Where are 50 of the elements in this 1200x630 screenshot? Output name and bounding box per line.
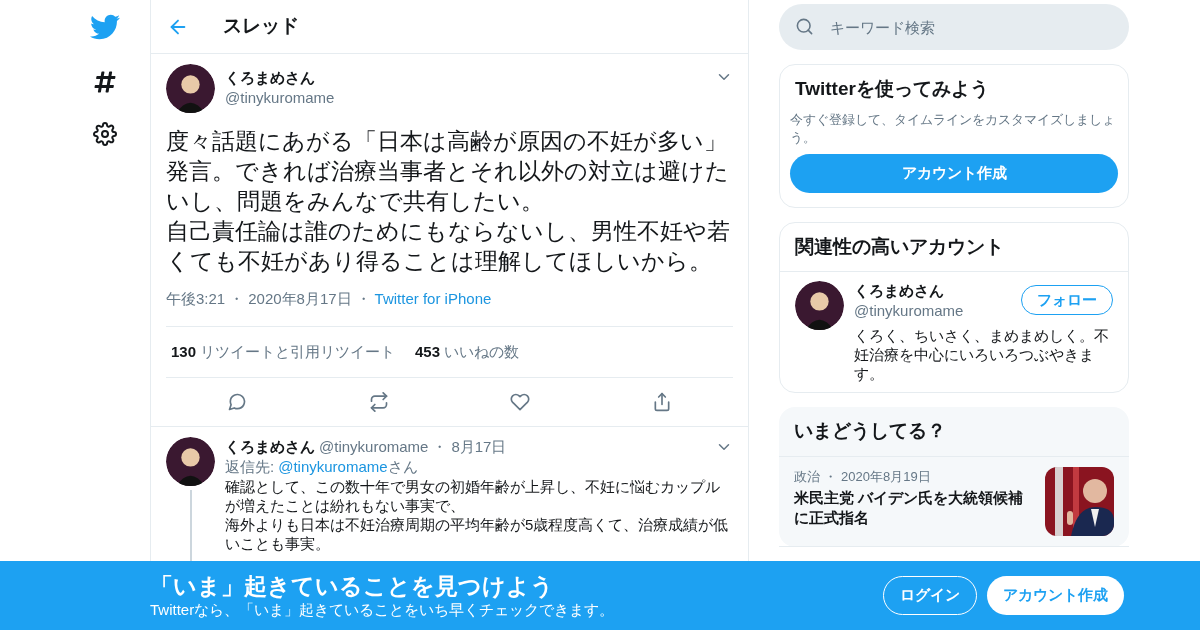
like-label[interactable]: いいねの数 xyxy=(444,340,520,363)
tweet-text: 自己責任論は誰のためにもならないし、男性不妊や若くても不妊があり得ることは理解してほしいから。 xyxy=(166,217,731,276)
like-icon[interactable] xyxy=(510,392,531,412)
user-name[interactable]: くろまめさん xyxy=(225,68,705,88)
trend-category: 政治 xyxy=(794,467,820,486)
banner-title: 「いま」起きていることを見つけよう xyxy=(150,571,555,600)
user-name[interactable]: くろまめさん xyxy=(854,281,1021,301)
separator-dot: ・ xyxy=(824,467,837,486)
page-title: スレッド xyxy=(223,14,299,39)
user-handle: @tinykuromame xyxy=(225,88,336,108)
user-bio: くろく、ちいさく、まめまめしく。不妊治療を中心にいろいろつぶやきます。 xyxy=(854,326,1110,383)
card-title: いまどうしてる？ xyxy=(779,407,1129,457)
separator-dot: ・ xyxy=(229,289,245,309)
user-handle: @tinykuromame xyxy=(319,437,429,457)
separator-dot: ・ xyxy=(355,289,371,309)
card-title: 関連性の高いアカウント xyxy=(780,222,1128,272)
tweet-text: 度々話題にあがる「日本は高齢が原因の不妊が多い」発言。できれば治療当事者とそれ以外の対立は避けたいし、問題をみんなで共有したい。 xyxy=(166,127,730,216)
avatar xyxy=(166,437,215,486)
search-icon xyxy=(795,17,814,36)
trend-headline[interactable]: 米民主党 バイデン氏を大統領候補に正式指名 xyxy=(794,488,1037,528)
banner-subtitle: Twitterなら、「いま」起きていることをいち早くチェックできます。 xyxy=(150,599,616,620)
hashtag-icon[interactable] xyxy=(93,70,117,94)
separator-dot: ・ xyxy=(432,438,448,455)
trend-date: 2020年8月19日 xyxy=(841,467,931,486)
search-field[interactable]: キーワード検索 xyxy=(779,4,1129,50)
tweet-date: 2020年8月17日 xyxy=(248,289,352,309)
reply-to-link[interactable]: @tinykuromame xyxy=(278,457,388,477)
reply-date: 8月17日 xyxy=(451,437,507,457)
card-title: Twitterを使ってみよう xyxy=(794,77,990,101)
tweet-time: 午後3:21 xyxy=(166,289,226,309)
reply-icon[interactable] xyxy=(226,392,247,412)
share-icon[interactable] xyxy=(652,392,673,412)
retweet-count: 130 xyxy=(171,341,197,362)
signup-button[interactable]: アカウント作成 xyxy=(987,576,1124,615)
like-count: 453 xyxy=(415,341,441,362)
settings-icon[interactable] xyxy=(93,122,117,146)
retweet-icon[interactable] xyxy=(368,392,389,412)
reply-text: 海外よりも日本は不妊治療周期の平均年齢が5歳程度高くて、治療成績が低いことも事実。 xyxy=(225,515,730,553)
retweet-label[interactable]: リツイートと引用リツイート xyxy=(200,340,396,363)
reply-text: 確認として、この数十年で男女の初婚年齢が上昇し、不妊に悩むカップルが増えたことは紛れもない事実で、 xyxy=(225,477,721,515)
signup-button[interactable]: アカウント作成 xyxy=(790,153,1118,193)
user-name[interactable]: くろまめさん xyxy=(225,437,315,457)
card-text: 今すぐ登録して、タイムラインをカスタマイズしましょう。 xyxy=(790,110,1116,147)
reply-to-label: 返信先: xyxy=(225,457,275,477)
avatar xyxy=(166,64,215,113)
source-link[interactable]: Twitter for iPhone xyxy=(374,288,492,311)
reply-to-suffix: さん xyxy=(387,457,418,477)
user-handle: @tinykuromame xyxy=(854,301,965,321)
avatar xyxy=(795,281,844,330)
bird-logo-icon[interactable] xyxy=(90,12,120,42)
